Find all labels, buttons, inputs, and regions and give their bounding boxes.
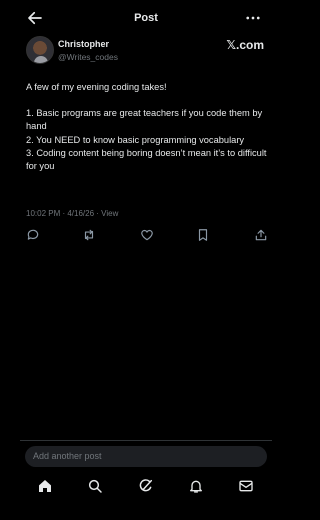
search-icon[interactable] <box>87 478 103 494</box>
more-horizontal-icon[interactable] <box>244 9 262 27</box>
post-point: 3. Coding content being boring doesn’t m… <box>26 147 267 172</box>
post-actions <box>26 228 268 244</box>
avatar[interactable] <box>26 36 54 64</box>
home-icon[interactable] <box>37 478 53 494</box>
add-post-placeholder: Add another post <box>33 451 102 461</box>
top-bar: Post <box>0 0 292 36</box>
share-icon[interactable] <box>254 228 268 242</box>
grok-icon[interactable] <box>138 478 154 494</box>
messages-icon[interactable] <box>238 478 254 494</box>
divider <box>20 440 272 441</box>
author-name[interactable]: Christopher <box>58 39 109 49</box>
x-logo[interactable]: 𝕏.com <box>226 38 264 52</box>
post-point: 1. Basic programs are great teachers if … <box>26 108 263 132</box>
add-post-input[interactable]: Add another post <box>25 446 267 467</box>
post-meta: 10:02 PM · 4/16/26 · View <box>26 209 119 218</box>
view-link[interactable]: View <box>101 209 118 218</box>
bottom-tab-bar <box>0 472 292 502</box>
post-text: A few of my evening coding takes! 1. Bas… <box>26 81 276 173</box>
author-handle[interactable]: @Writes_codes <box>58 52 118 62</box>
bookmark-icon[interactable] <box>196 228 210 242</box>
post-time: 10:02 PM <box>26 209 61 218</box>
repost-icon[interactable] <box>82 228 96 242</box>
post-date: 4/16/26 <box>67 209 95 218</box>
notifications-icon[interactable] <box>188 478 204 494</box>
reply-icon[interactable] <box>26 228 40 242</box>
like-icon[interactable] <box>140 228 154 242</box>
post-author: Christopher @Writes_codes 𝕏.com <box>26 36 266 68</box>
post-intro: A few of my evening coding takes! <box>26 82 167 92</box>
post-point: 2. You NEED to know basic programming vo… <box>26 134 245 145</box>
